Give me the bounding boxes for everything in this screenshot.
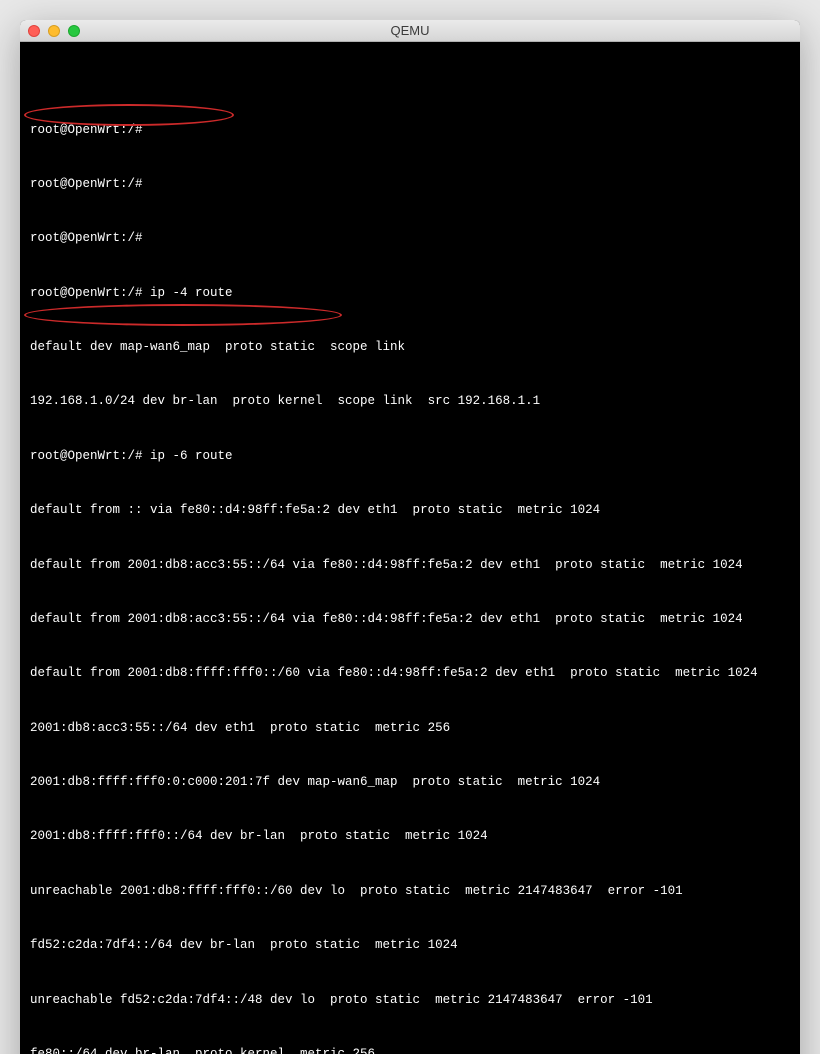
terminal-line: default from :: via fe80::d4:98ff:fe5a:2… (30, 501, 790, 519)
maximize-icon[interactable] (68, 25, 80, 37)
titlebar[interactable]: QEMU (20, 20, 800, 42)
terminal-line: 2001:db8:ffff:fff0:0:c000:201:7f dev map… (30, 773, 790, 791)
terminal-line: 2001:db8:acc3:55::/64 dev eth1 proto sta… (30, 719, 790, 737)
terminal-content[interactable]: root@OpenWrt:/# root@OpenWrt:/# root@Ope… (20, 42, 800, 1054)
terminal-line: root@OpenWrt:/# (30, 121, 790, 139)
terminal-line: unreachable 2001:db8:ffff:fff0::/60 dev … (30, 882, 790, 900)
traffic-lights (28, 25, 80, 37)
terminal-line: 192.168.1.0/24 dev br-lan proto kernel s… (30, 392, 790, 410)
terminal-line: fe80::/64 dev br-lan proto kernel metric… (30, 1045, 790, 1054)
terminal-line: default dev map-wan6_map proto static sc… (30, 338, 790, 356)
terminal-line: root@OpenWrt:/# ip -6 route (30, 447, 790, 465)
terminal-line: unreachable fd52:c2da:7df4::/48 dev lo p… (30, 991, 790, 1009)
terminal-line: fd52:c2da:7df4::/64 dev br-lan proto sta… (30, 936, 790, 954)
terminal-line: default from 2001:db8:acc3:55::/64 via f… (30, 556, 790, 574)
terminal-window: QEMU root@OpenWrt:/# root@OpenWrt:/# roo… (20, 20, 800, 1054)
terminal-line: default from 2001:db8:acc3:55::/64 via f… (30, 610, 790, 628)
terminal-line: root@OpenWrt:/# ip -4 route (30, 284, 790, 302)
annotation-oval-2 (24, 304, 342, 326)
close-icon[interactable] (28, 25, 40, 37)
terminal-line: 2001:db8:ffff:fff0::/64 dev br-lan proto… (30, 827, 790, 845)
terminal-line: root@OpenWrt:/# (30, 175, 790, 193)
minimize-icon[interactable] (48, 25, 60, 37)
window-title: QEMU (20, 23, 800, 38)
terminal-line: root@OpenWrt:/# (30, 229, 790, 247)
terminal-line: default from 2001:db8:ffff:fff0::/60 via… (30, 664, 790, 682)
